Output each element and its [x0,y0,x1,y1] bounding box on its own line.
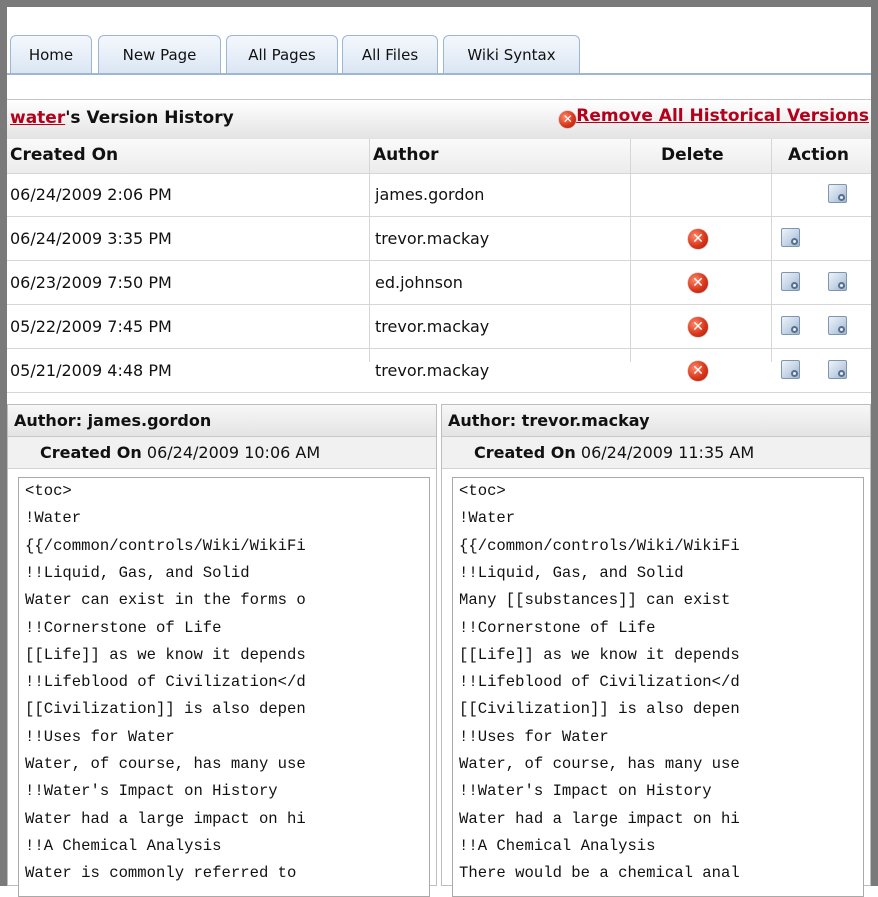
window-frame-top [0,0,878,7]
code-line: !!Liquid, Gas, and Solid [25,563,250,582]
panel-author: Author: trevor.mackay [442,405,870,437]
view-version-icon[interactable] [781,228,800,247]
table-row: 05/21/2009 4:48 PM trevor.mackay ✕ [7,349,871,393]
code-line: !!Uses for Water [459,727,609,746]
title-suffix: 's Version History [65,108,234,128]
panel-created-on: Created On 06/24/2009 10:06 AM [8,437,436,469]
compare-panel-right: Author: trevor.mackay Created On 06/24/2… [441,404,871,897]
code-line: !!Lifeblood of Civilization</d [459,673,740,692]
red-x-circle-icon: ✕ [559,111,577,128]
compare-panel-left: Author: james.gordon Created On 06/24/20… [7,404,437,897]
wiki-source-text-left[interactable]: <toc> !Water {{/common/controls/Wiki/WikiF… [18,477,430,897]
author-cell: trevor.mackay [375,361,490,380]
code-line: !Water [25,509,82,528]
view-version-icon[interactable] [828,360,847,379]
author-cell: ed.johnson [375,273,463,292]
tab-all-pages[interactable]: All Pages [226,35,338,73]
version-history-header: water's Version History ✕ Remove All Hist… [7,99,871,139]
code-line: Water had a large impact on hi [25,809,306,828]
view-version-icon[interactable] [828,316,847,335]
view-version-icon[interactable] [781,360,800,379]
created-on-cell: 06/23/2009 7:50 PM [10,273,172,292]
code-line: [[Civilization]] is also depen [25,700,306,719]
code-line: Water, of course, has many use [25,755,306,773]
code-line: Many [[substances]] can exist [459,591,731,610]
panel-created-on: Created On 06/24/2009 11:35 AM [442,437,870,469]
window-frame-left [0,0,7,886]
code-line: !!Cornerstone of Life [25,618,222,637]
page-title: water's Version History [10,108,234,128]
tab-underline [7,73,871,75]
code-line: !!Uses for Water [25,727,175,746]
code-line: <toc> [25,482,72,500]
code-line: {{/common/controls/Wiki/WikiFi [25,536,306,555]
view-version-icon[interactable] [828,272,847,291]
code-line: There would be a chemical anal [459,864,740,883]
code-line: <toc> [459,482,506,500]
created-on-label: Created On [40,443,142,462]
table-row: 06/24/2009 3:35 PM trevor.mackay ✕ [7,217,871,261]
table-row: 06/24/2009 2:06 PM james.gordon [7,173,871,217]
code-line: Water, of course, has many use [459,755,740,773]
page-link[interactable]: water [10,108,65,128]
code-line: Water had a large impact on hi [459,809,740,828]
code-line: {{/common/controls/Wiki/WikiFi [459,536,740,555]
created-on-label: Created On [474,443,576,462]
view-version-icon[interactable] [781,316,800,335]
created-on-cell: 05/22/2009 7:45 PM [10,317,172,336]
code-line: !!Cornerstone of Life [459,618,656,637]
delete-version-icon[interactable]: ✕ [688,317,708,337]
code-line: !Water [459,509,516,528]
author-cell: trevor.mackay [375,229,490,248]
tab-wiki-syntax[interactable]: Wiki Syntax [443,35,580,73]
view-version-icon[interactable] [828,184,847,203]
tab-bar: Home New Page All Pages All Files Wiki S… [7,7,871,99]
code-line: !!A Chemical Analysis [25,836,222,855]
created-on-cell: 06/24/2009 2:06 PM [10,185,172,204]
column-action: Action [788,145,849,165]
code-line: [[Life]] as we know it depends [459,645,740,664]
created-on-value: 06/24/2009 11:35 AM [580,443,755,462]
code-line: [[Life]] as we know it depends [25,645,306,664]
code-line: Water is commonly referred to [25,864,297,883]
table-header-row: Created On Author Delete Action [7,139,871,174]
code-line: !!Water's Impact on History [459,782,712,801]
panel-author: Author: james.gordon [8,405,436,437]
author-cell: james.gordon [375,185,485,204]
column-author: Author [373,145,439,165]
remove-all-versions-link[interactable]: ✕ Remove All Historical Versions [559,106,869,128]
tab-all-files[interactable]: All Files [342,35,438,73]
table-row: 05/22/2009 7:45 PM trevor.mackay ✕ [7,305,871,349]
code-line: [[Civilization]] is also depen [459,700,740,719]
tab-home[interactable]: Home [10,35,92,73]
code-line: Water can exist in the forms o [25,591,306,610]
column-created-on: Created On [10,145,119,165]
view-version-icon[interactable] [781,272,800,291]
column-delete: Delete [661,145,724,165]
wiki-source-text-right[interactable]: <toc> !Water {{/common/controls/Wiki/WikiF… [452,477,864,897]
created-on-value: 06/24/2009 10:06 AM [146,443,321,462]
code-line: !!A Chemical Analysis [459,836,656,855]
tab-new-page[interactable]: New Page [98,35,221,73]
created-on-cell: 05/21/2009 4:48 PM [10,361,172,380]
code-line: !!Liquid, Gas, and Solid [459,563,684,582]
delete-version-icon[interactable]: ✕ [688,229,708,249]
delete-version-icon[interactable]: ✕ [688,361,708,381]
code-line: !!Lifeblood of Civilization</d [25,673,306,692]
created-on-cell: 06/24/2009 3:35 PM [10,229,172,248]
author-cell: trevor.mackay [375,317,490,336]
table-row: 06/23/2009 7:50 PM ed.johnson ✕ [7,261,871,305]
delete-version-icon[interactable]: ✕ [688,273,708,293]
remove-all-label: Remove All Historical Versions [576,106,869,126]
window-frame-right [871,0,878,886]
code-line: !!Water's Impact on History [25,782,278,801]
